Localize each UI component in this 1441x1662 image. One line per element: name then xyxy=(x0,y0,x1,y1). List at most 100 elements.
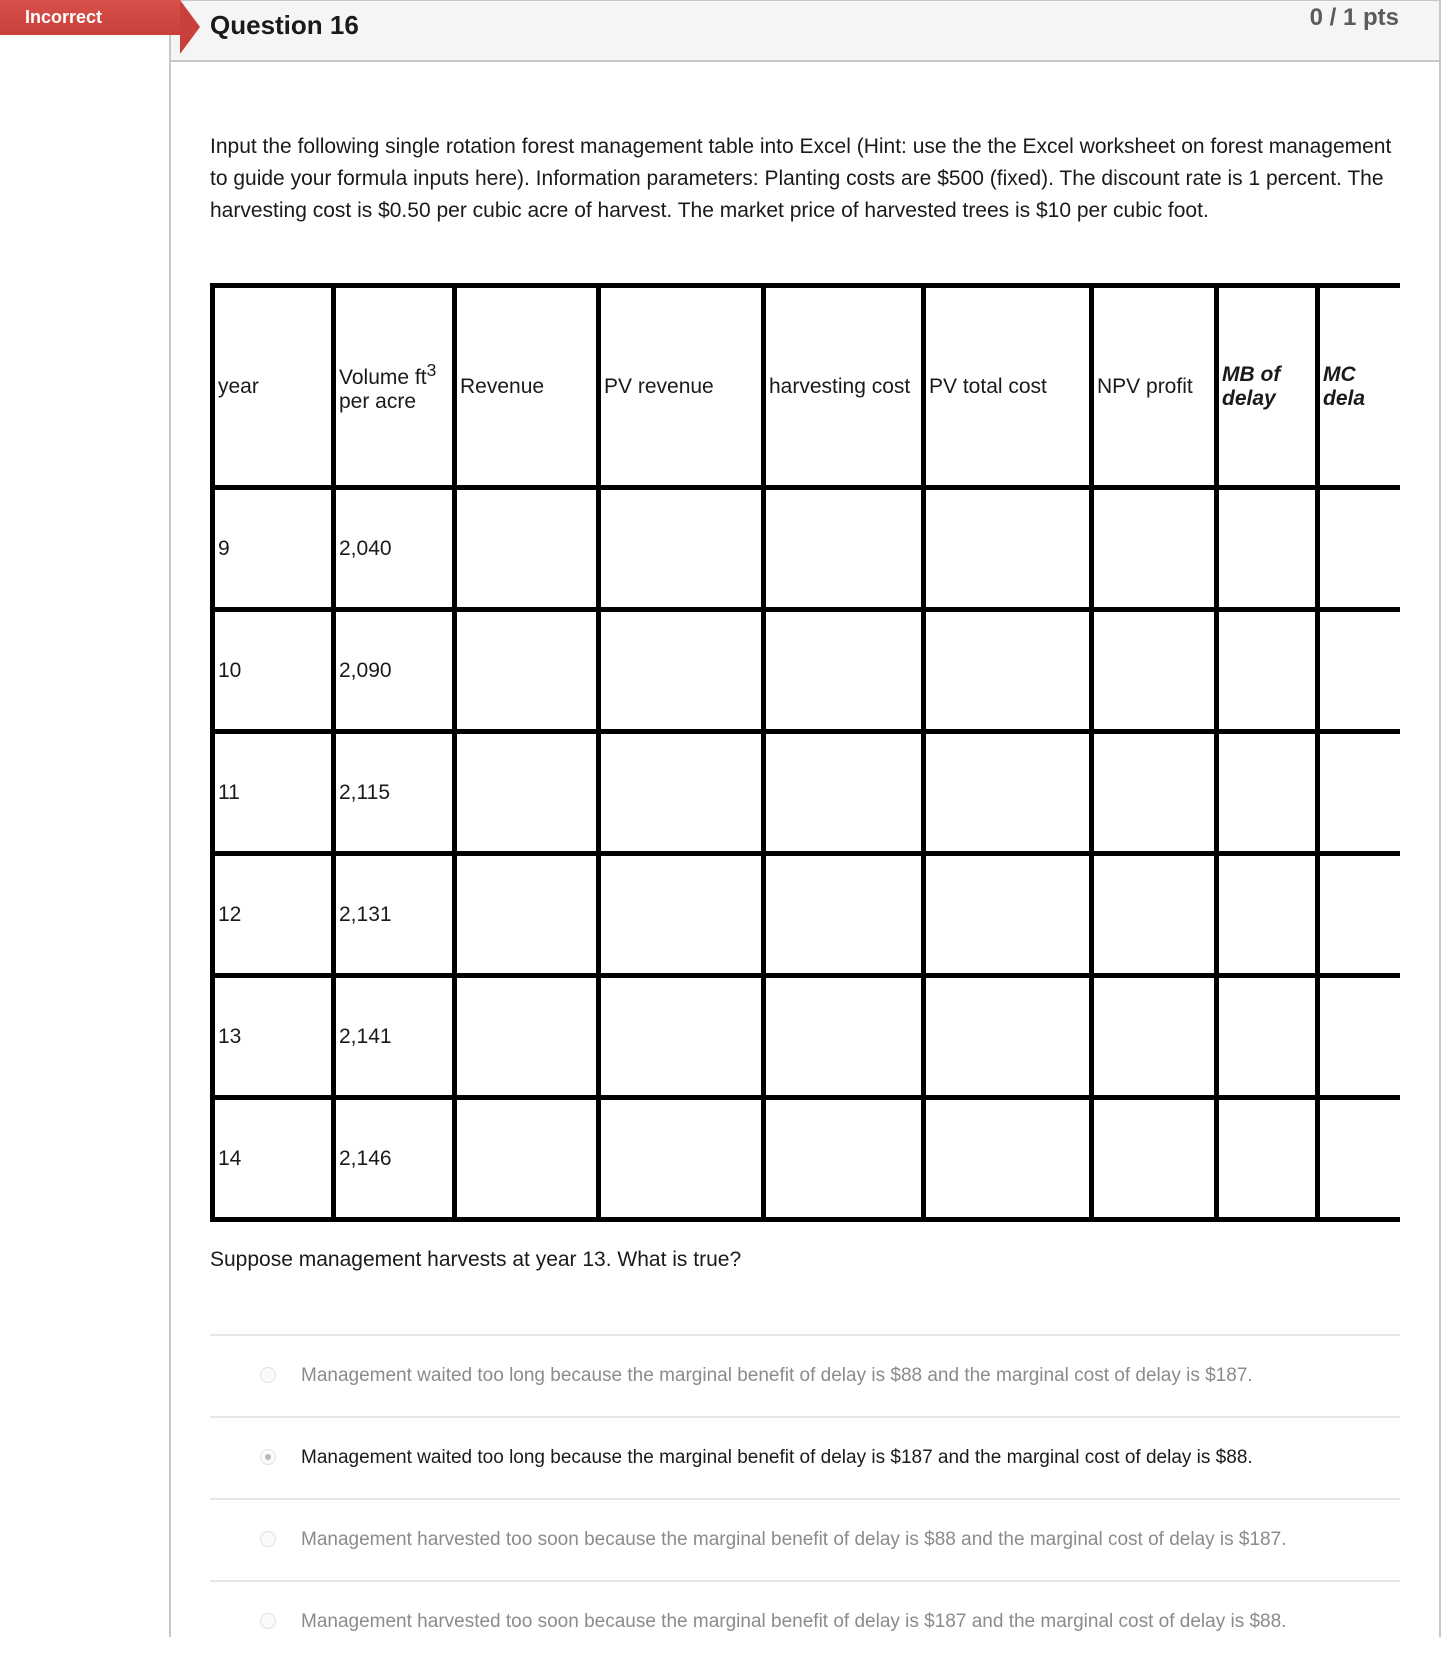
cell-year: 11 xyxy=(210,729,336,856)
status-label: Incorrect xyxy=(25,7,103,27)
cell-empty xyxy=(1315,607,1400,734)
cell-empty xyxy=(761,607,926,734)
radio-button-selected[interactable] xyxy=(260,1449,276,1465)
cell-empty xyxy=(761,485,926,612)
header-pv-revenue: PV revenue xyxy=(596,283,766,490)
question-header xyxy=(169,0,1441,62)
header-revenue: Revenue xyxy=(452,283,601,490)
radio-button[interactable] xyxy=(260,1531,276,1547)
header-npv-profit: NPV profit xyxy=(1089,283,1219,490)
cell-empty xyxy=(452,851,601,978)
cell-empty xyxy=(1214,851,1320,978)
cell-empty xyxy=(596,973,766,1100)
cell-empty xyxy=(1089,729,1219,856)
header-mb-delay-line2: delay xyxy=(1222,386,1276,410)
cell-year: 9 xyxy=(210,485,336,612)
cell-empty xyxy=(596,851,766,978)
answer-option[interactable]: Management harvested too soon because th… xyxy=(210,1498,1400,1580)
cell-empty xyxy=(921,485,1094,612)
header-mb-delay-line1: MB of xyxy=(1222,362,1281,386)
header-year: year xyxy=(210,283,336,490)
question-title: Question 16 xyxy=(210,10,359,40)
answer-label: Management harvested too soon because th… xyxy=(301,1529,1287,1550)
question-intro: Input the following single rotation fore… xyxy=(210,135,1392,222)
cell-empty xyxy=(1214,485,1320,612)
cell-empty xyxy=(761,973,926,1100)
table-row: 14 2,146 xyxy=(210,1095,1400,1222)
header-pv-total-cost: PV total cost xyxy=(921,283,1094,490)
cell-year: 14 xyxy=(210,1095,336,1222)
question-prompt: Suppose management harvests at year 13. … xyxy=(210,1248,742,1271)
cell-empty xyxy=(761,1095,926,1222)
cell-empty xyxy=(596,607,766,734)
incorrect-badge: Incorrect xyxy=(0,0,180,35)
cell-year: 12 xyxy=(210,851,336,978)
header-volume: Volume ft3 per acre xyxy=(331,283,457,490)
cell-empty xyxy=(921,729,1094,856)
radio-button[interactable] xyxy=(260,1367,276,1383)
cell-empty xyxy=(921,973,1094,1100)
cell-empty xyxy=(1089,607,1219,734)
table-header-row: year Volume ft3 per acre Revenue PV reven… xyxy=(210,283,1400,490)
cell-empty xyxy=(1214,973,1320,1100)
cell-volume: 2,131 xyxy=(331,851,457,978)
cell-empty xyxy=(761,729,926,856)
cell-empty xyxy=(452,973,601,1100)
header-mc-delay: MC dela xyxy=(1315,283,1400,490)
cell-volume: 2,090 xyxy=(331,607,457,734)
cell-empty xyxy=(596,1095,766,1222)
cell-empty xyxy=(452,607,601,734)
cell-empty xyxy=(1089,485,1219,612)
table-row: 9 2,040 xyxy=(210,485,1400,612)
cell-empty xyxy=(921,1095,1094,1222)
cell-empty xyxy=(1089,1095,1219,1222)
header-volume-label: Volume ft xyxy=(339,365,427,389)
cell-volume: 2,040 xyxy=(331,485,457,612)
answer-label: Management waited too long because the m… xyxy=(301,1365,1253,1386)
cell-volume: 2,141 xyxy=(331,973,457,1100)
cell-empty xyxy=(1214,1095,1320,1222)
header-mc-delay-line1: MC xyxy=(1323,362,1356,386)
header-volume-sub: per acre xyxy=(339,389,417,413)
cell-year: 10 xyxy=(210,607,336,734)
header-volume-sup: 3 xyxy=(426,359,437,380)
answer-option[interactable]: Management harvested too soon because th… xyxy=(210,1580,1400,1662)
cell-empty xyxy=(452,729,601,856)
forest-table-container: year Volume ft3 per acre Revenue PV reven… xyxy=(210,283,1400,1223)
answer-label: Management harvested too soon because th… xyxy=(301,1611,1287,1632)
cell-empty xyxy=(452,485,601,612)
cell-empty xyxy=(596,485,766,612)
cell-volume: 2,146 xyxy=(331,1095,457,1222)
header-mc-delay-line2: dela xyxy=(1323,386,1366,410)
cell-empty xyxy=(921,607,1094,734)
cell-empty xyxy=(596,729,766,856)
cell-empty xyxy=(1089,851,1219,978)
answer-option-selected[interactable]: Management waited too long because the m… xyxy=(210,1416,1400,1498)
cell-volume: 2,115 xyxy=(331,729,457,856)
cell-empty xyxy=(1315,973,1400,1100)
radio-button[interactable] xyxy=(260,1613,276,1629)
cell-empty xyxy=(1315,851,1400,978)
cell-empty xyxy=(761,851,926,978)
cell-year: 13 xyxy=(210,973,336,1100)
cell-empty xyxy=(452,1095,601,1222)
table-row: 11 2,115 xyxy=(210,729,1400,856)
header-harvesting-cost: harvesting cost xyxy=(761,283,926,490)
cell-empty xyxy=(1315,485,1400,612)
badge-arrow-icon xyxy=(180,0,200,54)
answer-label: Management waited too long because the m… xyxy=(301,1447,1253,1468)
header-mb-delay: MB of delay xyxy=(1214,283,1320,490)
cell-empty xyxy=(921,851,1094,978)
forest-management-table: year Volume ft3 per acre Revenue PV reven… xyxy=(210,283,1400,1222)
answer-option[interactable]: Management waited too long because the m… xyxy=(210,1334,1400,1416)
question-points: 0 / 1 pts xyxy=(1309,4,1399,31)
cell-empty xyxy=(1214,607,1320,734)
cell-empty xyxy=(1214,729,1320,856)
table-row: 13 2,141 xyxy=(210,973,1400,1100)
table-row: 12 2,131 xyxy=(210,851,1400,978)
cell-empty xyxy=(1315,729,1400,856)
table-row: 10 2,090 xyxy=(210,607,1400,734)
cell-empty xyxy=(1315,1095,1400,1222)
answer-list: Management waited too long because the m… xyxy=(210,1334,1400,1662)
cell-empty xyxy=(1089,973,1219,1100)
